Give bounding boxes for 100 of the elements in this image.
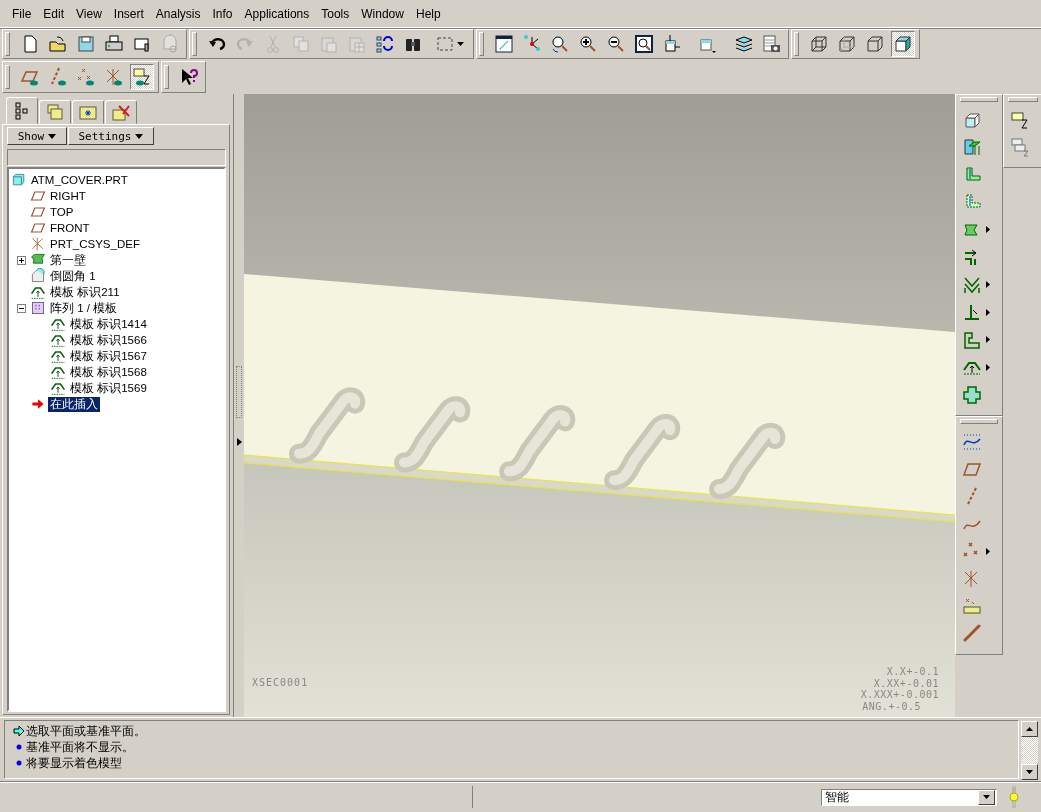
form-feature-icon: [30, 284, 46, 300]
shaded-cube-button[interactable]: [891, 31, 915, 57]
tree-item[interactable]: 阵列 1 / 模板: [48, 300, 120, 316]
clipboard-icon: [319, 34, 339, 54]
flat-wall-icon: [962, 137, 982, 158]
navigator-tab[interactable]: [72, 100, 104, 124]
flyout-arrow-icon[interactable]: [986, 226, 990, 234]
show-menu-button[interactable]: Show: [7, 127, 67, 145]
help-pointer-icon: [179, 67, 199, 87]
tree-item[interactable]: ATM_COVER.PRT: [29, 174, 130, 186]
navigator-tab[interactable]: [39, 100, 71, 124]
folders-icon: [45, 102, 65, 122]
caret-icon: [48, 133, 57, 139]
tolerance-text: ANG.+-0.5: [862, 700, 921, 712]
form-feature-icon: [50, 332, 66, 348]
tree-item[interactable]: 模板 标识1566: [68, 332, 149, 348]
scroll-down-button[interactable]: [1021, 764, 1038, 780]
regenerate-icon: [375, 34, 395, 54]
caret-icon: [135, 133, 144, 139]
datum-plane-icon: [30, 220, 46, 236]
part-icon: [11, 172, 27, 188]
menu-item[interactable]: Info: [206, 4, 239, 23]
tree-item[interactable]: 第一壁: [48, 252, 88, 268]
up-arrow-icon: [1026, 727, 1033, 731]
table-camera-icon: [762, 34, 782, 54]
menu-item[interactable]: View: [70, 4, 108, 23]
printer-icon: [104, 34, 124, 54]
tree-item[interactable]: FRONT: [48, 222, 92, 234]
expand-toggle-icon[interactable]: [17, 255, 26, 265]
caret-icon: [983, 795, 990, 799]
flyout-arrow-icon[interactable]: [986, 281, 990, 289]
flyout-arrow-icon[interactable]: [986, 336, 990, 344]
analysis-feature-icon: [962, 596, 982, 617]
rip-icon: [962, 329, 982, 350]
sketched-curve-icon: [962, 431, 982, 452]
flyout-arrow-icon[interactable]: [986, 547, 990, 555]
dashed-rectangle-icon: [434, 34, 455, 54]
refit-icon: [634, 34, 654, 54]
menu-item[interactable]: File: [6, 4, 38, 23]
solid-outline-cube-icon: [865, 34, 885, 54]
flyout-arrow-icon[interactable]: [986, 308, 990, 316]
copy-icon: [291, 34, 311, 54]
navigator-tab[interactable]: [105, 100, 137, 124]
navigator-tab[interactable]: [6, 97, 38, 124]
caret-icon: [456, 42, 464, 46]
settings-menu-button[interactable]: Settings: [68, 127, 154, 145]
tree-item[interactable]: 倒圆角 1: [48, 268, 98, 284]
flat-pattern-icon: [962, 384, 982, 405]
scroll-up-button[interactable]: [1021, 721, 1038, 737]
filter-dropdown[interactable]: 智能: [821, 788, 997, 806]
menu-item[interactable]: Insert: [107, 4, 150, 23]
layers-icon: [734, 34, 754, 54]
prompt-arrow-icon: [13, 725, 25, 737]
wireframe-cube-icon: [809, 34, 829, 54]
tree-item[interactable]: TOP: [48, 206, 76, 218]
section-label: XSEC0001: [252, 677, 309, 688]
menu-item[interactable]: Window: [355, 4, 410, 23]
collapse-arrow-icon[interactable]: [236, 437, 242, 446]
orient-icon: [550, 34, 570, 54]
menu-item[interactable]: Tools: [315, 4, 356, 23]
tree-item[interactable]: PRT_CSYS_DEF: [48, 238, 142, 250]
form-feature-icon: [50, 348, 66, 364]
collapse-toggle-icon[interactable]: [17, 303, 26, 313]
tree-item[interactable]: 在此插入: [48, 396, 100, 412]
flyout-arrow-icon[interactable]: [986, 363, 990, 371]
tree-item[interactable]: 模板 标识211: [48, 284, 122, 300]
traffic-light-icon: [1007, 786, 1021, 808]
menu-item[interactable]: Help: [409, 4, 447, 23]
menu-item[interactable]: Analysis: [149, 4, 207, 23]
spin-center-icon: [522, 34, 542, 54]
note-eye-button[interactable]: [130, 64, 154, 90]
message-text: 基准平面将不显示。: [26, 738, 134, 756]
note-stack-button[interactable]: [1008, 135, 1032, 160]
down-arrow-icon: [1026, 770, 1033, 774]
note-stack-icon: [1010, 137, 1030, 158]
menu-item[interactable]: Edit: [37, 4, 71, 23]
note-eye-icon: [132, 67, 152, 87]
splitter-grip[interactable]: [236, 365, 242, 418]
tree-item[interactable]: 模板 标识1414: [68, 316, 149, 332]
datum-plane-icon: [30, 188, 46, 204]
tree-item[interactable]: 模板 标识1568: [68, 364, 149, 380]
menu-item[interactable]: Applications: [238, 4, 316, 23]
message-text: 选取平面或基准平面。: [26, 722, 146, 740]
cube-arrows-icon: [662, 34, 682, 54]
form-feature-icon: [50, 380, 66, 396]
message-text: 将要显示着色模型: [26, 754, 122, 772]
datum-plane-icon: [30, 204, 46, 220]
axis-eye-icon: [48, 67, 68, 87]
note-icon: [1010, 109, 1030, 130]
form-feature-icon: [50, 316, 66, 332]
tree-item[interactable]: RIGHT: [48, 190, 88, 202]
shaded-cube-icon: [893, 34, 913, 54]
tolerance-text: X.XX+-0.01: [873, 677, 939, 689]
csys-icon: [30, 236, 46, 252]
tree-item[interactable]: 模板 标识1569: [68, 380, 149, 396]
hidden-line-cube-icon: [837, 34, 857, 54]
unbend-icon: [962, 302, 982, 323]
zoom-in-icon: [578, 34, 598, 54]
repaint-icon: [494, 34, 514, 54]
tree-item[interactable]: 模板 标识1567: [68, 348, 149, 364]
